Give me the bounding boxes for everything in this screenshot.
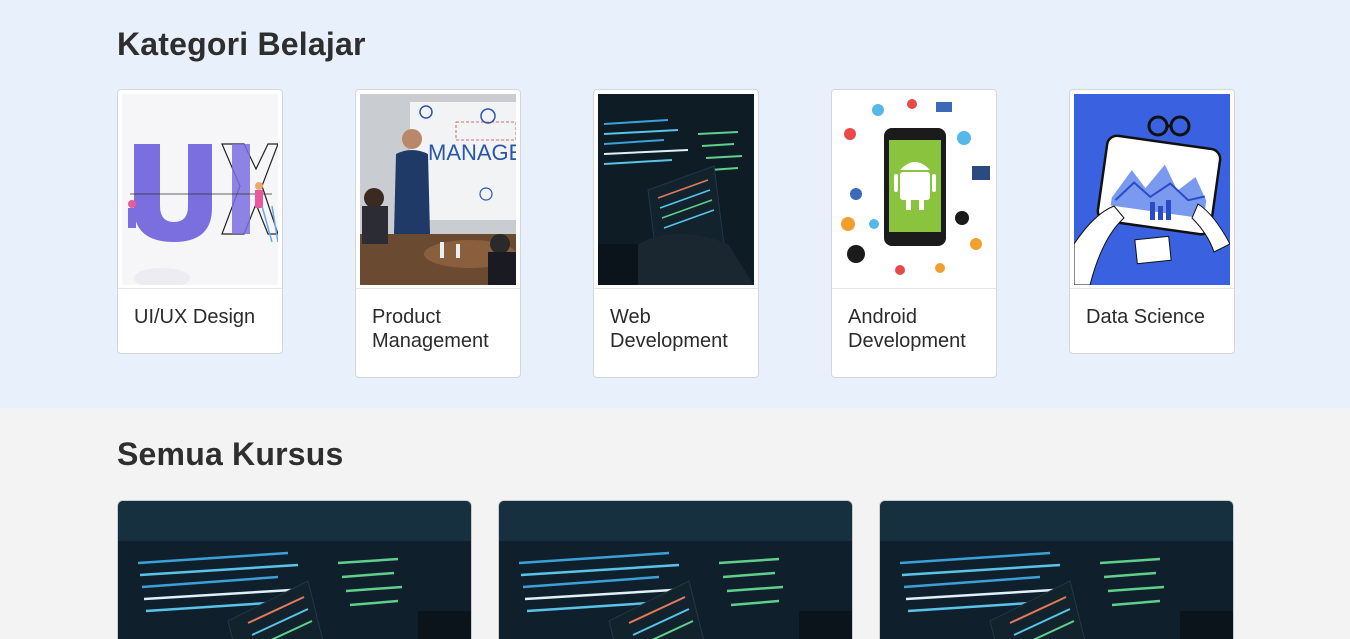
course-image (880, 501, 1233, 639)
category-card-product-management[interactable]: MANAGEM Product Manageme (355, 89, 521, 378)
category-image-android-development (832, 90, 996, 289)
category-image-data-science (1070, 90, 1234, 289)
category-image-uiux (118, 90, 282, 289)
category-section-title: Kategori Belajar (117, 26, 366, 62)
category-card-uiux[interactable]: UI/UX Design (117, 89, 283, 354)
course-card[interactable] (117, 500, 472, 639)
category-list: UI/UX Design MANAGEM (117, 89, 1350, 378)
category-card-web-development[interactable]: Web Development (593, 89, 759, 378)
category-image-web-development (594, 90, 758, 289)
category-card-data-science[interactable]: Data Science (1069, 89, 1235, 354)
svg-text:MANAGEM: MANAGEM (428, 140, 516, 165)
category-label: Product Management (372, 306, 489, 352)
course-image (499, 501, 852, 639)
category-image-product-management: MANAGEM (356, 90, 520, 289)
course-section-title: Semua Kursus (117, 436, 344, 472)
course-list (117, 500, 1350, 639)
category-label: Android Development (848, 306, 966, 352)
course-card[interactable] (498, 500, 853, 639)
category-card-android-development[interactable]: Android Development (831, 89, 997, 378)
category-label: Web Development (610, 306, 728, 352)
category-section: Kategori Belajar UI/UX Design MANAG Prod… (0, 0, 1350, 408)
course-card[interactable] (879, 500, 1234, 639)
category-label: UI/UX Design (134, 306, 256, 328)
course-image (118, 501, 471, 639)
course-section: Semua Kursus (0, 408, 1350, 639)
category-label: Data Science (1086, 306, 1205, 328)
